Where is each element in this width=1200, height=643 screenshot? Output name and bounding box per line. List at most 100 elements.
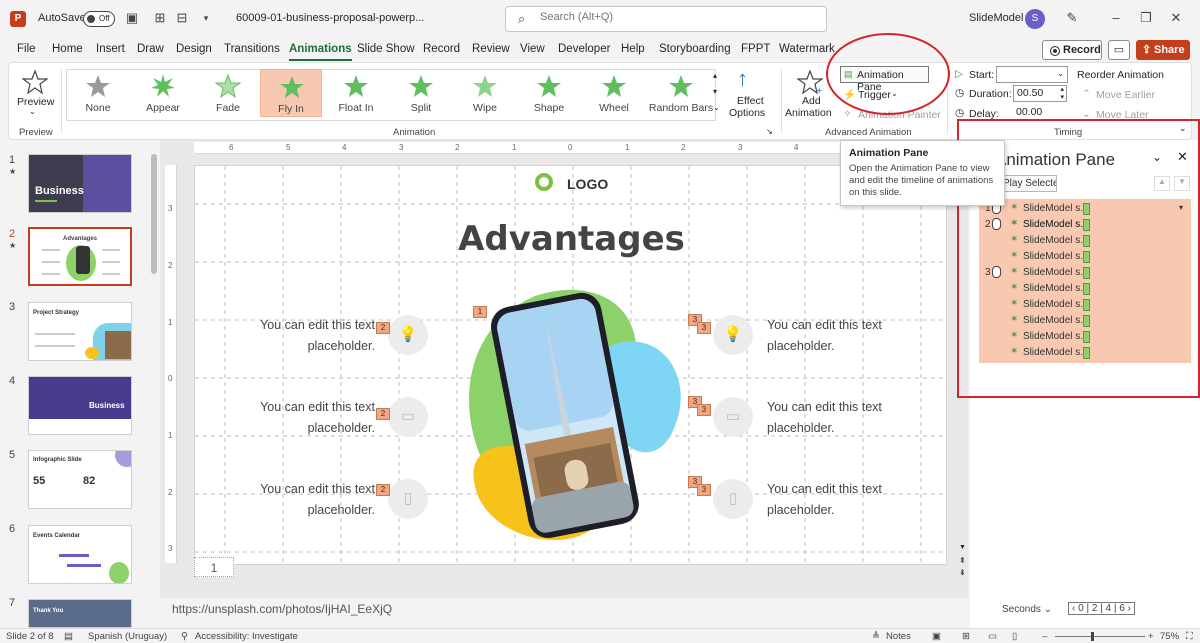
share-button[interactable]: Share	[1136, 40, 1190, 60]
trigger-dropdown-icon[interactable]: ⌄	[891, 89, 898, 98]
timing-bar[interactable]	[1083, 219, 1090, 231]
gallery-scroll-down-icon[interactable]: ▾	[713, 87, 717, 96]
animation-list-item[interactable]: 2 ✶ SlideModel s...	[979, 217, 1191, 233]
thumbnail-slide-2[interactable]: Advantages	[28, 227, 132, 286]
phone-illustration[interactable]	[445, 286, 695, 551]
spinner-icon[interactable]: ▴ ▾	[1060, 86, 1064, 102]
placeholder-right-2[interactable]: You can edit this text placeholder.	[767, 397, 907, 439]
zoom-level[interactable]: 75%	[1160, 631, 1179, 642]
tab-fppt[interactable]: FPPT	[741, 43, 770, 55]
move-later-button[interactable]: Move Later	[1096, 109, 1149, 121]
slide-sorter-icon[interactable]: ⊞	[962, 631, 970, 642]
search-box[interactable]: ⌕	[505, 6, 827, 32]
pane-close-icon[interactable]: ✕	[1177, 149, 1188, 165]
zoom-slider-thumb[interactable]	[1091, 632, 1094, 641]
notes-button[interactable]: Notes	[886, 631, 911, 642]
tab-storyboarding[interactable]: Storyboarding	[659, 43, 731, 55]
seconds-dropdown[interactable]: Seconds ⌄	[1002, 604, 1052, 615]
dialog-launcher-icon[interactable]: ↘	[766, 127, 773, 136]
thumbnail-slide-6[interactable]: Events Calendar	[28, 525, 132, 584]
placeholder-right-1[interactable]: You can edit this text placeholder.	[767, 315, 907, 357]
placeholder-left-2[interactable]: You can edit this text placeholder.	[235, 397, 375, 439]
thumbnail-slide-7[interactable]: Thank You	[28, 599, 132, 628]
autosave-toggle[interactable]: Off	[83, 11, 115, 27]
slide-canvas[interactable]: LOGO Advantages You can edit this text p…	[194, 165, 947, 565]
slide-show-view-icon[interactable]: ▯	[1012, 631, 1017, 642]
next-slide-icon[interactable]: ⇟	[959, 568, 966, 577]
animation-random-bars[interactable]: Random Bars	[647, 69, 715, 117]
notes-url[interactable]: https://unsplash.com/photos/IjHAI_EeXjQ	[172, 602, 392, 616]
animation-wipe[interactable]: Wipe	[454, 69, 516, 117]
tab-transitions[interactable]: Transitions	[224, 43, 280, 55]
placeholder-left-1[interactable]: You can edit this text placeholder.	[235, 315, 375, 357]
item-dropdown-icon[interactable]: ▾	[1179, 203, 1183, 212]
placeholder-right-3[interactable]: You can edit this text placeholder.	[767, 479, 907, 521]
timing-bar[interactable]	[1083, 251, 1090, 263]
animation-fly-in[interactable]: Fly In	[260, 69, 322, 117]
animation-list-item[interactable]: 1 ✶ SlideModel s... ▾	[979, 201, 1191, 217]
animation-list-item[interactable]: 3 ✶ SlideModel s...	[979, 265, 1191, 281]
animation-split[interactable]: Split	[390, 69, 452, 117]
animation-order-tag[interactable]: 3	[697, 404, 711, 416]
move-earlier-button[interactable]: Move Earlier	[1096, 89, 1155, 101]
pen-icon[interactable]: ✎	[1064, 10, 1080, 26]
close-icon[interactable]: ✕	[1168, 10, 1184, 26]
animation-pane-button[interactable]: ▤ Animation Pane	[840, 66, 929, 93]
delay-input[interactable]: 00.00	[1013, 105, 1067, 122]
slide-number-placeholder[interactable]: 1	[194, 557, 234, 577]
tab-insert[interactable]: Insert	[96, 43, 125, 55]
animation-order-tag[interactable]: 2	[376, 322, 390, 334]
timing-bar[interactable]	[1083, 267, 1090, 279]
animation-order-tag[interactable]: 2	[376, 408, 390, 420]
timing-bar[interactable]	[1083, 235, 1090, 247]
animation-none[interactable]: None	[67, 69, 129, 117]
avatar[interactable]: S	[1025, 9, 1045, 29]
tab-animations[interactable]: Animations	[289, 43, 352, 61]
zoom-in-icon[interactable]: +	[1148, 631, 1154, 642]
animation-fade[interactable]: Fade	[197, 69, 259, 117]
canvas-scrollbar[interactable]: ▲ ▼ ⇞ ⇟	[958, 140, 968, 580]
thumbnail-slide-5[interactable]: Infographic Slide 55 82	[28, 450, 132, 509]
spellcheck-icon[interactable]: ▤	[64, 631, 73, 642]
collapse-ribbon-icon[interactable]: ⌄	[1179, 123, 1187, 134]
animation-painter-button[interactable]: Animation Painter	[858, 109, 941, 121]
gallery-more-icon[interactable]: ⌄	[713, 103, 720, 112]
tab-review[interactable]: Review	[472, 43, 510, 55]
tab-home[interactable]: Home	[52, 43, 83, 55]
duration-input[interactable]: 00.50 ▴ ▾	[1013, 85, 1067, 102]
zoom-out-icon[interactable]: –	[1042, 631, 1047, 642]
move-up-icon[interactable]: ▲	[1154, 176, 1170, 191]
animation-order-tag[interactable]: 2	[376, 484, 390, 496]
timing-bar[interactable]	[1083, 315, 1090, 327]
preview-dropdown-icon[interactable]: ⌄	[29, 107, 36, 116]
presenter-icon[interactable]: ⊟	[174, 10, 190, 26]
animation-shape[interactable]: Shape	[518, 69, 580, 117]
timeline-ruler[interactable]: ‹ 0 | 2 | 4 | 6 ›	[1068, 602, 1135, 615]
thumbnails-scrollbar[interactable]	[150, 144, 158, 622]
pane-options-icon[interactable]: ⌄	[1152, 150, 1162, 164]
effect-options-button[interactable]: Effect	[737, 95, 764, 107]
animation-float-in[interactable]: Float In	[325, 69, 387, 117]
previous-slide-icon[interactable]: ⇞	[959, 556, 966, 565]
animation-wheel[interactable]: Wheel	[583, 69, 645, 117]
tab-help[interactable]: Help	[621, 43, 645, 55]
animation-list-item[interactable]: ✶ SlideModel s...	[979, 249, 1191, 265]
effect-options-button-line2[interactable]: Options	[729, 107, 765, 119]
add-animation-button[interactable]: Add	[802, 95, 821, 107]
save-icon[interactable]: ▣	[124, 10, 140, 26]
animation-list-item[interactable]: ✶ SlideModel s...	[979, 281, 1191, 297]
timing-bar[interactable]	[1083, 331, 1090, 343]
animation-order-tag[interactable]: 1	[473, 306, 487, 318]
add-animation-button-line2[interactable]: Animation	[785, 107, 832, 119]
trigger-button[interactable]: Trigger	[858, 89, 891, 101]
tab-record[interactable]: Record	[423, 43, 460, 55]
tab-draw[interactable]: Draw	[137, 43, 164, 55]
record-button[interactable]: Record	[1042, 40, 1102, 60]
tab-slide-show[interactable]: Slide Show	[357, 43, 415, 55]
slide-show-icon[interactable]: ⊞	[152, 10, 168, 26]
animation-appear[interactable]: Appear	[132, 69, 194, 117]
timing-bar[interactable]	[1083, 283, 1090, 295]
scroll-down-icon[interactable]: ▼	[959, 544, 966, 551]
gallery-scroll-up-icon[interactable]: ▴	[713, 71, 717, 80]
animation-list-item[interactable]: ✶ SlideModel s...	[979, 329, 1191, 345]
